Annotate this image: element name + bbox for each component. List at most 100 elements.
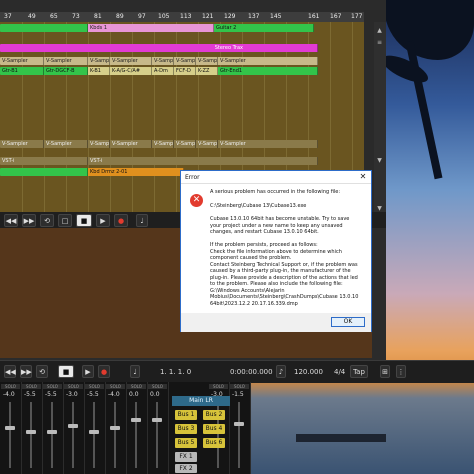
- dialog-title-bar[interactable]: Error ✕: [181, 171, 371, 184]
- fader-handle[interactable]: [89, 430, 99, 434]
- bus-button[interactable]: Bus 4: [203, 424, 225, 434]
- sampler-event[interactable]: V-Samp: [196, 57, 218, 65]
- click-icon[interactable]: ♪: [276, 365, 286, 378]
- chord-event[interactable]: Gtr-B1: [0, 67, 44, 75]
- sampler-event[interactable]: V-Samp: [152, 140, 174, 148]
- volume-readout[interactable]: -5.5: [87, 391, 99, 398]
- midi-event[interactable]: Kbd Drmz 2-01: [88, 168, 184, 176]
- sampler-event[interactable]: V-Sampler: [0, 57, 44, 65]
- midi-event[interactable]: Kbds 1: [88, 24, 214, 32]
- volume-readout[interactable]: 0.0: [129, 391, 139, 398]
- sampler-event[interactable]: V-Sampler: [44, 57, 88, 65]
- tap-button[interactable]: Tap: [350, 365, 368, 378]
- audio-event[interactable]: Guitar 2: [214, 24, 314, 32]
- rewind-icon[interactable]: ◀◀: [4, 365, 16, 378]
- main-lr-output[interactable]: Main LR: [172, 396, 230, 406]
- play-icon[interactable]: ▶: [82, 365, 94, 378]
- vsti-event[interactable]: VST-i: [88, 157, 318, 165]
- record-icon[interactable]: ●: [98, 365, 110, 378]
- settings-icon[interactable]: ⋮: [396, 365, 406, 378]
- record-icon[interactable]: ●: [114, 214, 128, 227]
- volume-readout[interactable]: 0.0: [150, 391, 160, 398]
- audio-event[interactable]: [0, 168, 88, 176]
- solo-button[interactable]: SOLO: [230, 384, 249, 389]
- fx-button[interactable]: FX 2: [175, 464, 197, 473]
- metronome-icon[interactable]: ♩: [130, 365, 140, 378]
- sampler-event[interactable]: V-Sampler: [0, 140, 44, 148]
- sampler-event[interactable]: V-Sampler: [218, 140, 318, 148]
- fader-handle[interactable]: [234, 422, 244, 426]
- time-display[interactable]: 0:00:00.000: [230, 368, 273, 376]
- solo-button[interactable]: SOLO: [127, 384, 146, 389]
- chord-event[interactable]: K-B1: [88, 67, 110, 75]
- volume-readout[interactable]: -1.5: [232, 391, 244, 398]
- solo-button[interactable]: SOLO: [209, 384, 228, 389]
- marker-icon[interactable]: ⊞: [380, 365, 390, 378]
- chord-event[interactable]: A-Dm: [152, 67, 174, 75]
- solo-button[interactable]: SOLO: [64, 384, 83, 389]
- channel-strip: SOLO -1.5: [229, 382, 251, 474]
- ok-button[interactable]: OK: [331, 317, 365, 327]
- metronome-icon[interactable]: ♩: [136, 214, 148, 227]
- sampler-event[interactable]: V-Sampler: [88, 140, 110, 148]
- stop-button[interactable]: ■: [76, 214, 92, 227]
- sampler-event[interactable]: V-Samp: [196, 140, 218, 148]
- volume-readout[interactable]: -5.5: [45, 391, 57, 398]
- fader-handle[interactable]: [131, 418, 141, 422]
- fader-handle[interactable]: [26, 430, 36, 434]
- fader-handle[interactable]: [47, 430, 57, 434]
- chord-event[interactable]: K-ZZ: [196, 67, 218, 75]
- zoom-icon[interactable]: ≡: [376, 40, 383, 46]
- stop-icon[interactable]: □: [58, 214, 72, 227]
- forward-icon[interactable]: ▶▶: [22, 214, 36, 227]
- volume-readout[interactable]: -3.0: [66, 391, 78, 398]
- bus-button[interactable]: Bus 1: [175, 410, 197, 420]
- stop-button[interactable]: ■: [58, 365, 74, 378]
- volume-readout[interactable]: -4.0: [3, 391, 15, 398]
- sampler-event[interactable]: V-Sampler: [110, 140, 152, 148]
- tempo-display[interactable]: 120.000: [294, 368, 323, 376]
- solo-button[interactable]: SOLO: [43, 384, 62, 389]
- fader-handle[interactable]: [152, 418, 162, 422]
- sampler-event[interactable]: V-Samp: [174, 140, 196, 148]
- position-display[interactable]: 1. 1. 1. 0: [160, 368, 191, 376]
- sampler-event[interactable]: V-Samp: [152, 57, 174, 65]
- forward-icon[interactable]: ▶▶: [20, 365, 32, 378]
- cycle-icon[interactable]: ⟲: [40, 214, 54, 227]
- solo-button[interactable]: SOLO: [85, 384, 104, 389]
- solo-button[interactable]: SOLO: [106, 384, 125, 389]
- vertical-scrollbar[interactable]: ▲ ≡ ▼ ▼: [374, 22, 386, 218]
- chord-event[interactable]: K-A/G-C/A#: [110, 67, 152, 75]
- chord-event[interactable]: FCF-D: [174, 67, 196, 75]
- play-icon[interactable]: ▶: [96, 214, 110, 227]
- scroll-up-icon[interactable]: ▲: [376, 28, 383, 34]
- sampler-event[interactable]: V-Sampler: [44, 140, 88, 148]
- sampler-event[interactable]: V-Sampler: [88, 57, 110, 65]
- scroll-down-icon[interactable]: ▼: [376, 158, 383, 164]
- vsti-event[interactable]: VST-i: [0, 157, 88, 165]
- stereo-event[interactable]: Stereo Trax: [0, 44, 318, 52]
- signature-display[interactable]: 4/4: [334, 368, 345, 376]
- sampler-event[interactable]: V-Sampler: [110, 57, 152, 65]
- bus-button[interactable]: Bus 6: [203, 438, 225, 448]
- volume-readout[interactable]: -4.0: [108, 391, 120, 398]
- bus-button[interactable]: Bus 2: [203, 410, 225, 420]
- bus-button[interactable]: Bus 5: [175, 438, 197, 448]
- cycle-icon[interactable]: ⟲: [36, 365, 48, 378]
- fader-handle[interactable]: [110, 426, 120, 430]
- solo-button[interactable]: SOLO: [22, 384, 41, 389]
- close-icon[interactable]: ✕: [357, 172, 369, 182]
- chord-event[interactable]: Gtr-DGCF-B: [44, 67, 88, 75]
- rewind-icon[interactable]: ◀◀: [4, 214, 18, 227]
- solo-button[interactable]: SOLO: [148, 384, 167, 389]
- fader-handle[interactable]: [5, 426, 15, 430]
- fader-handle[interactable]: [68, 424, 78, 428]
- solo-button[interactable]: SOLO: [1, 384, 20, 389]
- audio-event[interactable]: [0, 24, 88, 32]
- chord-event[interactable]: Gtr-End1: [218, 67, 318, 75]
- sampler-event[interactable]: V-Samp: [174, 57, 196, 65]
- sampler-event[interactable]: V-Sampler: [218, 57, 318, 65]
- bus-button[interactable]: Bus 3: [175, 424, 197, 434]
- fx-button[interactable]: FX 1: [175, 452, 197, 462]
- volume-readout[interactable]: -5.5: [24, 391, 36, 398]
